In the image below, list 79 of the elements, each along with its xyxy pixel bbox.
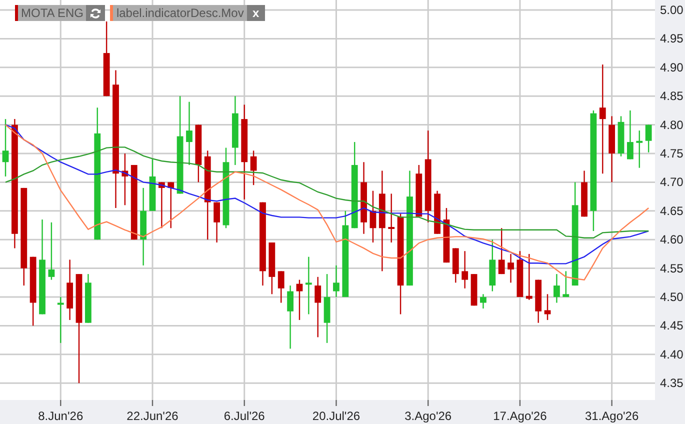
- candlestick: [48, 222, 55, 280]
- tick-mark: [611, 400, 612, 406]
- candlestick: [66, 260, 74, 320]
- candlestick: [434, 190, 440, 234]
- candlestick: [388, 194, 395, 242]
- axis-label: 4.70: [660, 175, 684, 190]
- candlestick: [508, 254, 514, 283]
- axis-label: 4.45: [660, 318, 684, 333]
- candlestick: [305, 256, 312, 314]
- candlestick: [480, 294, 486, 308]
- candlestick: [562, 271, 570, 298]
- candlestick: [489, 240, 496, 292]
- candlestick: [516, 251, 524, 298]
- axis-label: 4.85: [660, 89, 684, 104]
- axis-label: 4.80: [660, 118, 684, 132]
- axis-label: 31.Ago'26: [584, 409, 639, 423]
- axis-label: 4.60: [660, 232, 684, 247]
- axis-label: 6.Jul'26: [224, 409, 265, 423]
- tick-mark: [152, 400, 154, 406]
- axis-label: 8.Jun'26: [38, 409, 84, 423]
- tick-mark: [336, 400, 337, 406]
- candlestick: [618, 116, 624, 156]
- candlestick: [195, 124, 202, 182]
- candlestick: [158, 182, 165, 228]
- candlestick: [278, 271, 284, 303]
- candlestick: [443, 208, 450, 263]
- candlestick: [554, 274, 560, 303]
- axis-label: 4.40: [660, 347, 684, 362]
- axis-label: 4.75: [660, 146, 684, 160]
- candlestick: [636, 130, 643, 168]
- axis-label: 22.Jun'26: [126, 409, 178, 423]
- legend-label: MOTA ENG: [20, 5, 84, 21]
- axis-label: 20.Jul'26: [312, 409, 360, 423]
- candlestick: [526, 254, 532, 300]
- candlestick: [296, 280, 303, 320]
- axis-label: 4.55: [660, 261, 684, 276]
- candlestick: [57, 297, 64, 343]
- candlestick: [360, 162, 367, 234]
- candlestick: [30, 256, 36, 326]
- candlestick: [232, 96, 238, 165]
- tick-mark: [519, 400, 521, 406]
- tick-mark: [428, 400, 429, 406]
- axis-label: 5.00: [660, 3, 684, 17]
- candlestick: [333, 265, 340, 298]
- candlestick: [287, 286, 294, 349]
- axis-label: 4.35: [660, 376, 684, 390]
- candlestick: [645, 124, 652, 152]
- candlestick: [122, 154, 128, 206]
- candlestick: [186, 102, 192, 165]
- close-button[interactable]: x: [246, 5, 265, 21]
- candlestick: [2, 119, 9, 176]
- candlestick: [627, 110, 634, 160]
- candlestick: [268, 242, 276, 294]
- candlestick: [498, 228, 505, 274]
- legend-label: label.indicatorDesc.Mov: [115, 5, 245, 21]
- tick-mark: [60, 400, 62, 406]
- axis-label: 4.65: [660, 204, 684, 218]
- axis-label: 3.Ago'26: [404, 409, 452, 423]
- tick-mark: [244, 400, 245, 406]
- candlestick: [370, 190, 376, 242]
- axis-label: 17.Ago'26: [493, 409, 547, 423]
- candlestick: [544, 294, 551, 320]
- candlestick: [324, 274, 330, 343]
- candlestick: [452, 248, 459, 283]
- refresh-button[interactable]: [86, 5, 106, 21]
- candlestick: [250, 150, 257, 186]
- candlestick: [149, 159, 156, 211]
- axis-label: 4.95: [660, 32, 684, 46]
- candlestick: [535, 280, 542, 323]
- candlestick: [581, 170, 588, 217]
- axis-label: 4.90: [660, 60, 684, 74]
- candlestick: [214, 202, 220, 242]
- refresh-icon: [90, 8, 102, 18]
- candlestick: [416, 164, 422, 217]
- candlestick: [462, 251, 468, 288]
- axis-label: 4.50: [660, 290, 684, 304]
- candlestick: [608, 116, 616, 182]
- candlestick: [168, 182, 174, 228]
- candlestick: [314, 276, 322, 338]
